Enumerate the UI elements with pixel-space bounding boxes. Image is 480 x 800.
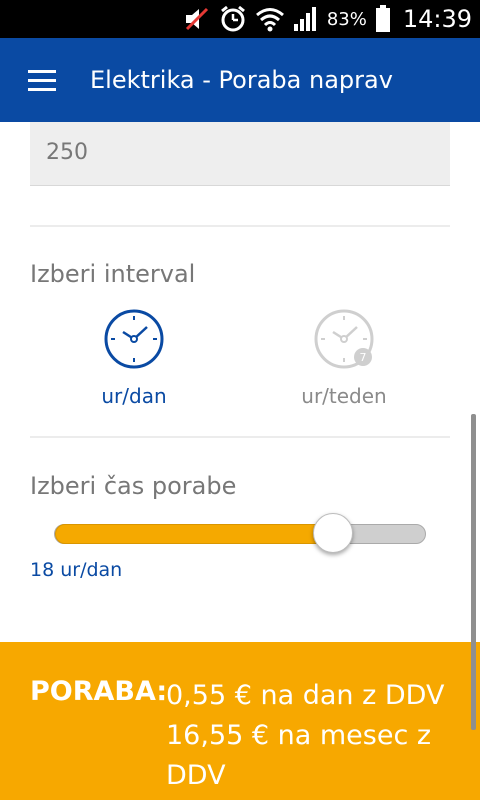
- power-input-field[interactable]: 250: [30, 122, 450, 186]
- interval-label: Izberi interval: [30, 260, 196, 288]
- main-content: 250 Izberi interval ur/dan 7 ur/teden Iz…: [0, 122, 480, 800]
- summary-lines: 0,55 € na dan z DDV 16,55 € na mesec z D…: [166, 676, 466, 796]
- clock-week-icon: 7: [314, 309, 374, 369]
- status-icons: 83% 14:39: [183, 0, 472, 38]
- usage-value: 18 ur/dan: [30, 559, 123, 581]
- usage-slider-thumb[interactable]: [313, 513, 353, 553]
- signal-icon: [293, 7, 316, 31]
- summary-label: PORABA:: [30, 676, 168, 707]
- alarm-clock-icon: [220, 5, 245, 32]
- week-badge: 7: [360, 351, 367, 364]
- status-bar: 83% 14:39: [0, 0, 480, 38]
- divider: [30, 225, 450, 227]
- usage-time-label: Izberi čas porabe: [30, 472, 237, 500]
- battery-icon: [375, 5, 390, 32]
- app-bar: Elektrika - Poraba naprav: [0, 38, 480, 122]
- scrollbar[interactable]: [471, 414, 476, 730]
- usage-slider-fill: [55, 524, 334, 544]
- muted-speaker-icon: [185, 7, 208, 31]
- divider: [30, 436, 450, 438]
- interval-option-week[interactable]: 7 ur/teden: [274, 308, 414, 408]
- consumption-summary: PORABA: 0,55 € na dan z DDV 16,55 € na m…: [0, 642, 480, 800]
- power-input-value: 250: [46, 140, 88, 165]
- wifi-icon: [255, 8, 284, 32]
- hamburger-menu-icon[interactable]: [0, 38, 84, 122]
- battery-percent: 83%: [326, 8, 367, 30]
- interval-option-day[interactable]: ur/dan: [64, 308, 204, 408]
- status-clock: 14:39: [402, 5, 472, 33]
- app-title: Elektrika - Poraba naprav: [90, 66, 393, 94]
- summary-line-month: 16,55 € na mesec z DDV: [166, 720, 432, 791]
- interval-option-day-label: ur/dan: [101, 384, 167, 408]
- usage-slider-track[interactable]: [54, 524, 426, 544]
- summary-line-day: 0,55 € na dan z DDV: [166, 680, 445, 711]
- clock-icon: [104, 309, 164, 369]
- interval-option-week-label: ur/teden: [301, 384, 387, 408]
